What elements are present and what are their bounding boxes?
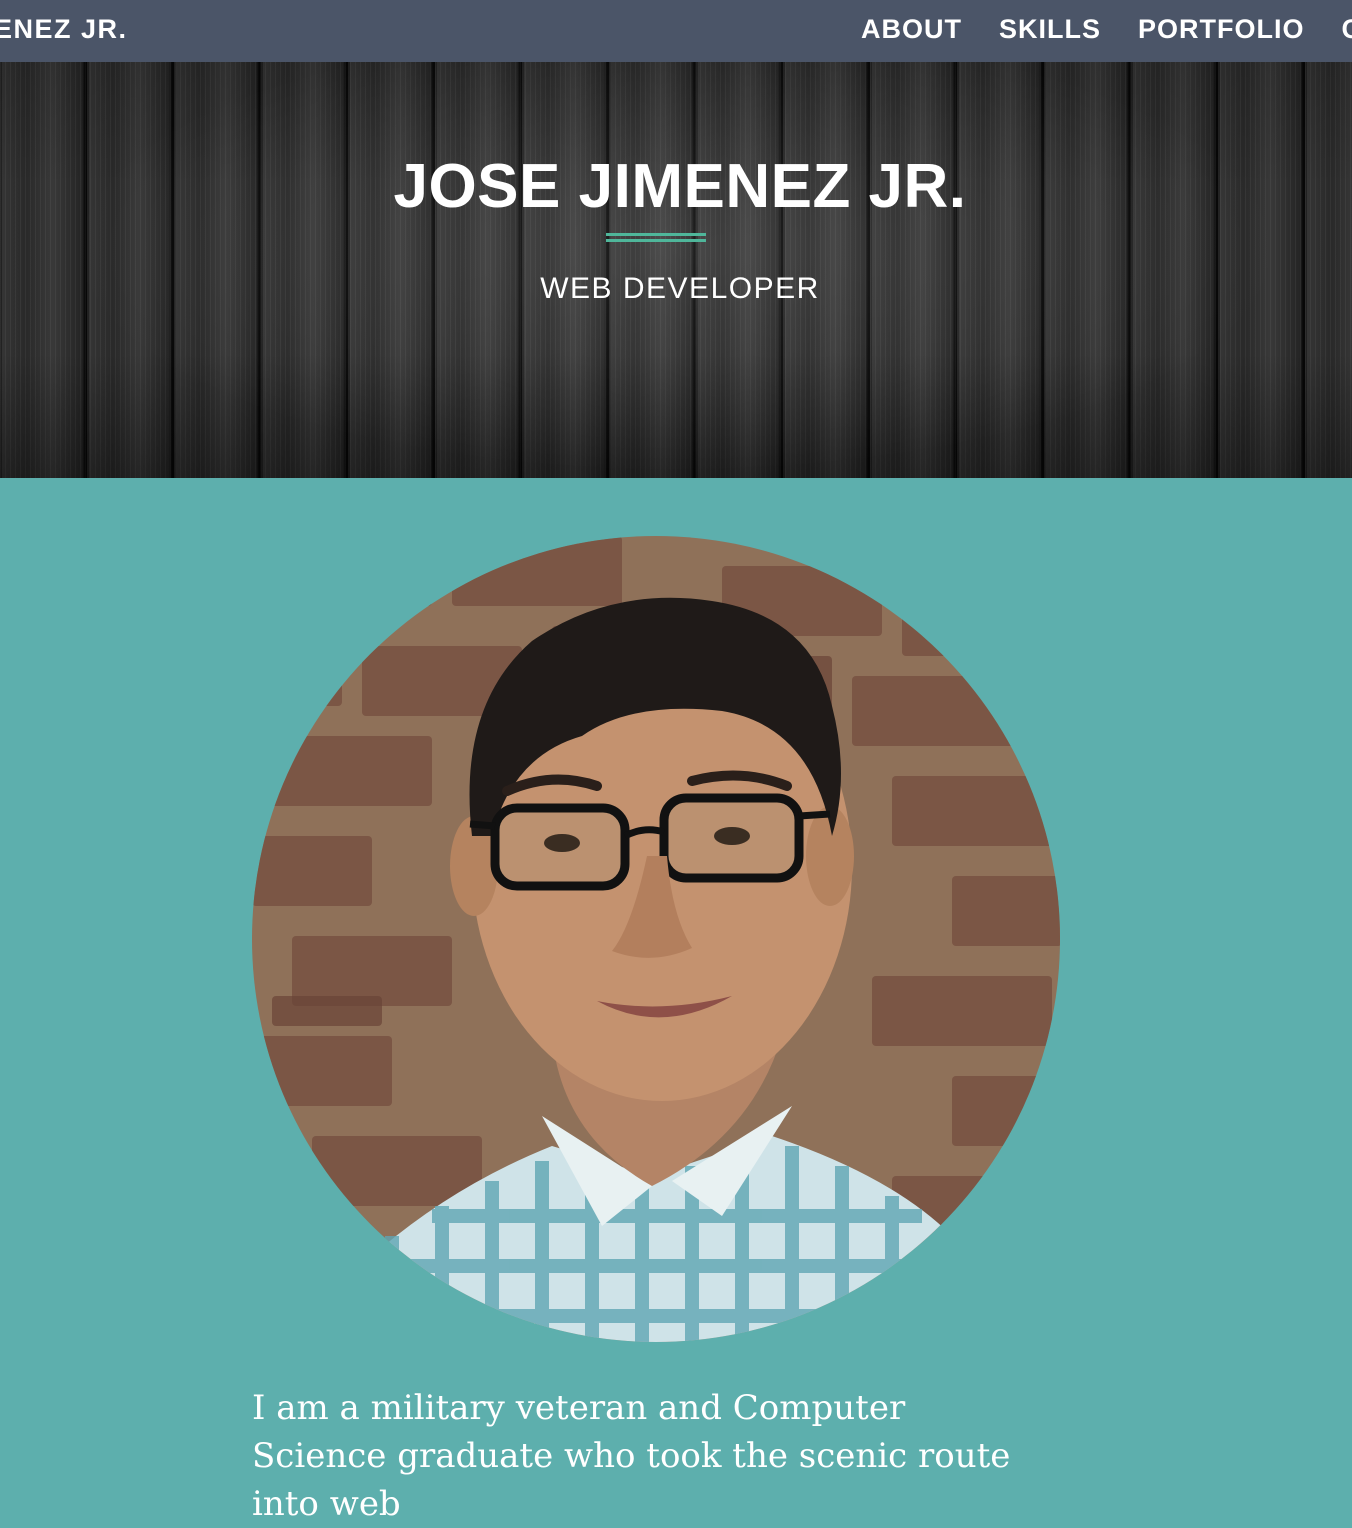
hero-banner: JOSE JIMENEZ JR. WEB DEVELOPER	[0, 62, 1352, 478]
nav-links: ABOUT SKILLS PORTFOLIO C	[861, 0, 1352, 58]
nav-link-skills[interactable]: SKILLS	[999, 14, 1101, 45]
profile-photo-illustration	[252, 536, 1060, 1342]
hero-divider	[606, 233, 706, 242]
about-section: I am a military veteran and Computer Sci…	[0, 478, 1352, 1524]
profile-photo	[252, 536, 1060, 1342]
hero-title: JOSE JIMENEZ JR.	[393, 152, 967, 221]
nav-link-about[interactable]: ABOUT	[861, 14, 962, 45]
nav-link-portfolio[interactable]: PORTFOLIO	[1138, 14, 1305, 45]
about-text: I am a military veteran and Computer Sci…	[252, 1388, 1011, 1524]
brand-link[interactable]: ENEZ JR.	[0, 0, 128, 58]
navbar: ENEZ JR. ABOUT SKILLS PORTFOLIO C	[0, 0, 1352, 62]
nav-link-contact[interactable]: C	[1342, 14, 1352, 45]
hero-subtitle: WEB DEVELOPER	[540, 272, 820, 305]
